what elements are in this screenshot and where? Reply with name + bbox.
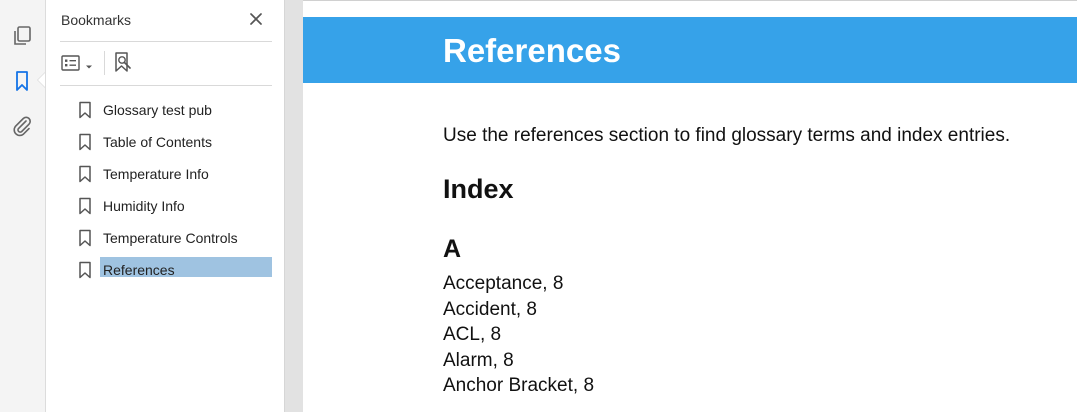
pages-icon[interactable]	[10, 24, 34, 48]
bookmark-label: Temperature Info	[103, 166, 209, 182]
document-gutter	[285, 0, 303, 412]
chevron-down-icon	[85, 57, 93, 75]
bookmark-icon	[78, 133, 92, 156]
bookmark-icon	[78, 197, 92, 220]
intro-text: Use the references section to find gloss…	[443, 125, 1011, 146]
bookmark-label: References	[100, 257, 272, 278]
bookmark-label: Glossary test pub	[103, 102, 212, 118]
divider	[60, 85, 272, 86]
divider	[60, 41, 272, 42]
toolbar-separator	[104, 51, 105, 75]
attachment-icon[interactable]	[10, 114, 34, 138]
index-entry: Anchor Bracket, 8	[443, 375, 595, 396]
bookmark-item[interactable]: Temperature Info	[46, 160, 284, 188]
options-menu-icon	[60, 53, 82, 78]
bookmark-search-icon	[112, 51, 134, 80]
bookmark-icon	[78, 229, 92, 252]
bookmarks-panel: Bookmarks Glossary test pub Table of Con…	[46, 0, 285, 412]
index-letter-heading: A	[443, 235, 462, 263]
bookmark-icon	[78, 261, 92, 284]
page-title: References	[443, 32, 621, 69]
bookmark-label: Temperature Controls	[103, 230, 238, 246]
bookmark-label: Humidity Info	[103, 198, 185, 214]
index-entry: Acceptance, 8	[443, 273, 564, 294]
close-icon[interactable]	[246, 9, 266, 29]
index-entry: Alarm, 8	[443, 349, 514, 371]
index-entry: ACL, 8	[443, 324, 502, 345]
section-banner: References	[303, 17, 1077, 83]
index-heading: Index	[443, 174, 514, 204]
document-page: References Use the references section to…	[303, 0, 1077, 412]
bookmark-icon[interactable]	[10, 69, 34, 93]
panel-title: Bookmarks	[61, 12, 132, 28]
options-menu-button[interactable]	[60, 53, 93, 78]
bookmark-label: Table of Contents	[103, 134, 212, 150]
bookmark-item[interactable]: Temperature Controls	[46, 224, 284, 252]
bookmark-item[interactable]: Glossary test pub	[46, 96, 284, 124]
bookmark-icon	[78, 101, 92, 124]
bookmark-icon	[78, 165, 92, 188]
index-entries: Acceptance, 8 Accident, 8 ACL, 8 Alarm, …	[443, 271, 594, 399]
navigation-rail	[0, 0, 46, 412]
bookmark-item[interactable]: Table of Contents	[46, 128, 284, 156]
index-entry: Accident, 8	[443, 298, 537, 320]
bookmark-search-button[interactable]	[112, 51, 134, 80]
bookmark-item[interactable]: Humidity Info	[46, 192, 284, 220]
bookmark-item-selected[interactable]: References	[46, 256, 284, 284]
